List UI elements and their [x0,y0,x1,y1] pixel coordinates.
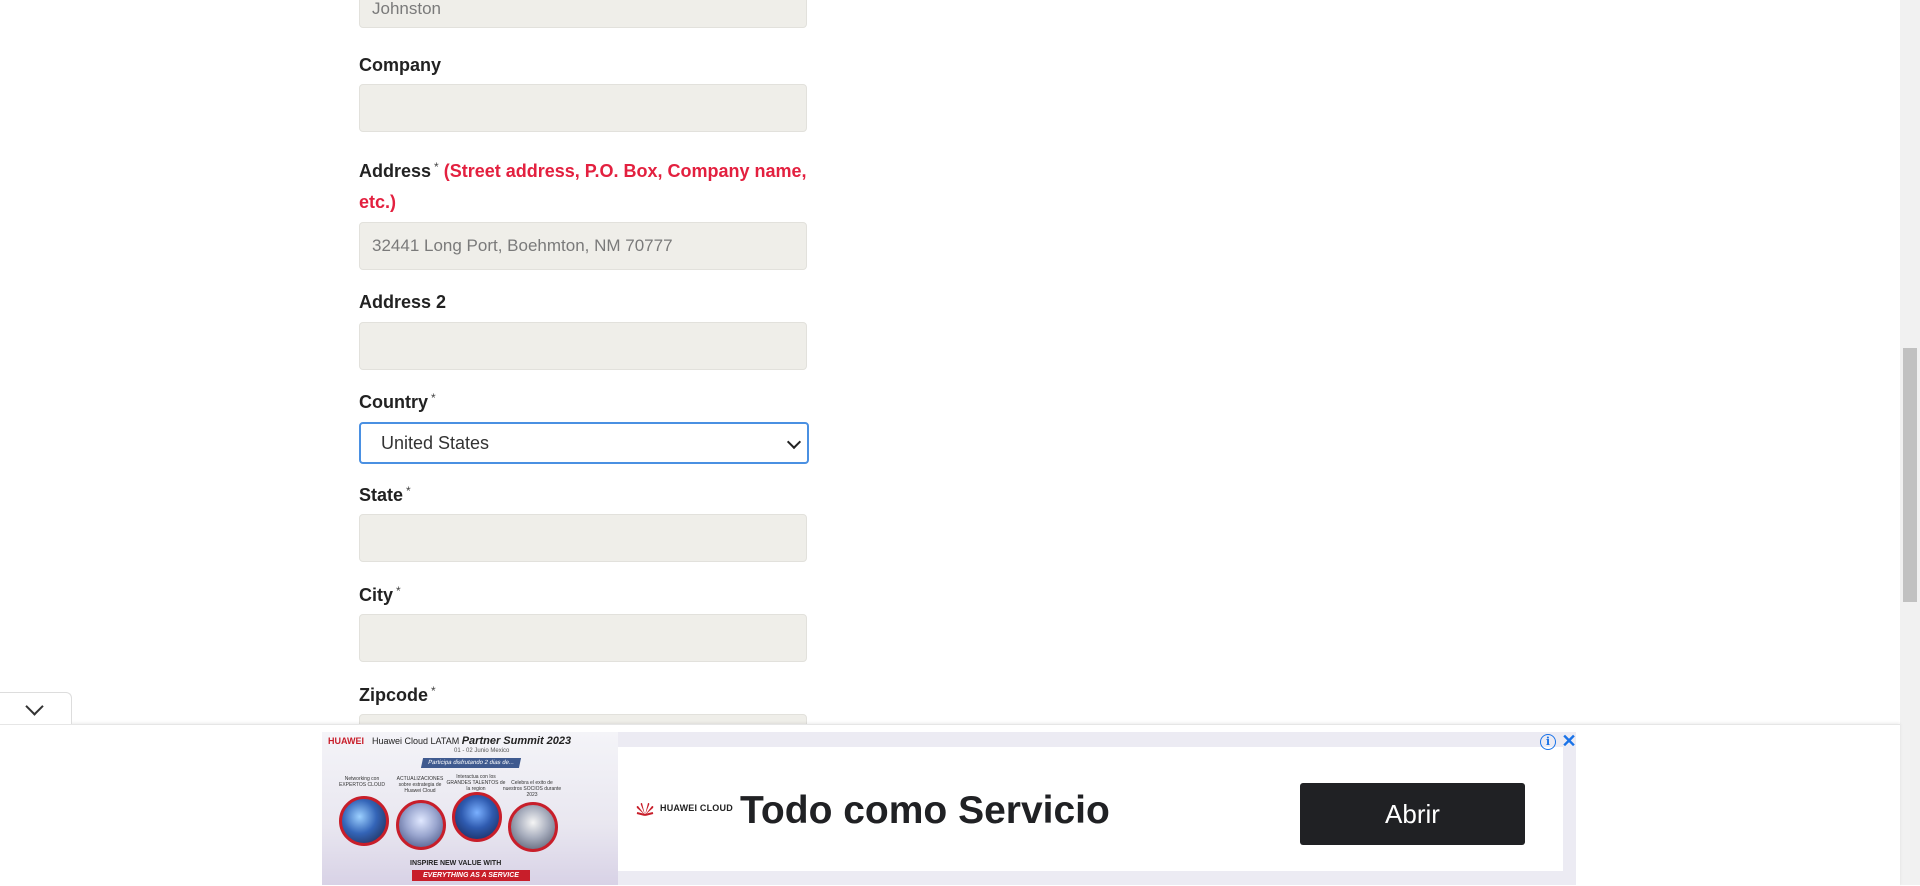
ad-info-icon[interactable]: i [1540,734,1556,750]
close-icon[interactable]: ✕ [1560,732,1578,750]
required-mark: * [396,584,401,598]
city-field[interactable] [359,614,807,662]
ad-photo-circle [508,802,558,852]
ad-headline: Todo como Servicio [740,789,1110,832]
country-select[interactable]: United States [359,422,809,464]
country-select-value: United States [381,433,490,453]
state-field[interactable] [359,514,807,562]
ad-banner-tagline: EVERYTHING AS A SERVICE [412,870,530,881]
scrollbar-thumb[interactable] [1903,348,1917,602]
ad-image[interactable]: HUAWEI Huawei Cloud LATAM Partner Summit… [322,732,618,885]
ad-banner[interactable]: HUAWEI Huawei Cloud LATAM Partner Summit… [322,732,1576,885]
last-name-field[interactable]: Johnston [359,0,807,28]
required-mark: * [431,684,436,698]
address2-label: Address 2 [359,292,447,312]
ad-caption: ACTUALIZACIONES sobre estrategia de Huaw… [396,776,444,794]
state-label: State * [359,484,411,505]
collapse-ad-button[interactable] [0,692,72,724]
company-field[interactable] [359,84,807,132]
ad-photo-circle [396,800,446,850]
chevron-down-icon [786,434,802,450]
huawei-logo: HUAWEI [328,736,364,746]
ad-caption: Celebra el exito de nuestros SOCIOS dura… [502,780,562,798]
required-mark: * [406,484,411,498]
ad-photo-circle [339,796,389,846]
address-label: Address * (Street address, P.O. Box, Comp… [359,160,807,212]
huawei-cloud-logo-text: HUAWEI CLOUD [660,803,733,813]
ad-banner-text: INSPIRE NEW VALUE WITH [410,860,502,867]
ad-pill: Participa disfrutando 2 dias de... [420,758,522,768]
required-mark: * [434,160,439,174]
ad-event-date: 01 - 02 Junio Mexico [454,748,510,754]
ad-photo-circle [452,792,502,842]
required-mark: * [431,391,436,405]
chevron-down-icon [25,697,44,716]
huawei-flower-icon [636,803,654,816]
city-label: City * [359,584,401,605]
company-label: Company [359,55,442,75]
ad-open-button[interactable]: Abrir [1300,783,1525,845]
address-field[interactable]: 32441 Long Port, Boehmton, NM 70777 [359,222,807,270]
address2-field[interactable] [359,322,807,370]
country-label: Country * [359,391,436,412]
ad-caption: Interactua con los GRANDES TALENTOS de l… [446,774,506,792]
ad-caption: Networking con EXPERTOS CLOUD [339,776,385,788]
ad-event-title: Huawei Cloud LATAM Partner Summit 2023 [372,735,572,747]
ad-content[interactable]: HUAWEI CLOUD Todo como Servicio Abrir [618,747,1563,871]
zipcode-label: Zipcode * [359,684,436,705]
page-scrollbar[interactable] [1900,0,1920,885]
